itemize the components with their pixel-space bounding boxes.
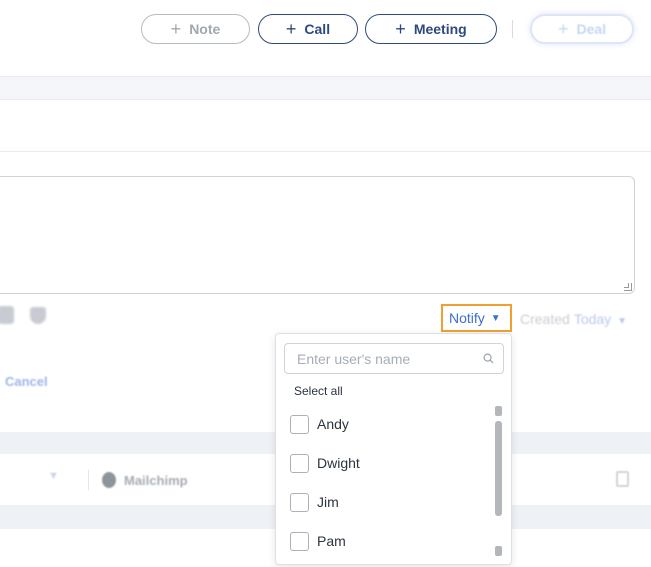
created-value: Today	[573, 311, 612, 327]
user-option[interactable]: Dwight	[290, 452, 360, 474]
trash-icon[interactable]	[616, 471, 629, 487]
user-search	[284, 343, 504, 374]
checkbox[interactable]	[290, 531, 309, 551]
toolbar-divider	[512, 20, 513, 38]
add-note-button[interactable]: + Note	[141, 14, 250, 44]
user-option[interactable]: Pam	[290, 530, 346, 552]
add-note-label: Note	[189, 21, 221, 37]
add-meeting-button[interactable]: + Meeting	[365, 14, 497, 44]
caret-down-icon: ▼	[490, 312, 501, 324]
add-deal-button[interactable]: + Deal	[530, 14, 634, 44]
user-option[interactable]: Jim	[290, 491, 339, 513]
user-search-input[interactable]	[297, 350, 477, 367]
plus-icon: +	[395, 19, 406, 39]
user-option-label: Andy	[317, 416, 349, 432]
notify-dropdown-toggle[interactable]: Notify ▼	[441, 304, 512, 332]
scrollbar-thumb[interactable]	[495, 421, 502, 516]
checkbox[interactable]	[290, 492, 309, 512]
attachment-icon[interactable]	[0, 306, 14, 324]
created-date-selector[interactable]: Created Today ▼	[520, 311, 627, 327]
add-deal-label: Deal	[576, 21, 607, 37]
activity-source-label: Mailchimp	[124, 473, 188, 488]
notify-user-dropdown: Select all Andy Dwight Jim Pam	[275, 333, 512, 565]
add-call-button[interactable]: + Call	[258, 14, 358, 44]
chevron-down-icon[interactable]: ▼	[48, 470, 59, 482]
scroll-down-arrow[interactable]	[495, 546, 502, 556]
user-option-label: Jim	[317, 494, 339, 510]
mailchimp-icon	[102, 472, 116, 488]
page: + Note + Call + Meeting + Deal Notify ▼ …	[0, 0, 651, 567]
add-meeting-label: Meeting	[413, 21, 467, 37]
template-icon[interactable]	[30, 307, 46, 324]
caret-down-icon: ▼	[617, 316, 628, 327]
created-label: Created	[520, 311, 570, 327]
plus-icon: +	[170, 19, 182, 39]
search-icon	[483, 353, 494, 364]
plus-icon: +	[285, 19, 297, 39]
section-band	[0, 76, 651, 100]
notify-label: Notify	[449, 310, 485, 326]
section-divider	[0, 151, 651, 152]
user-option[interactable]: Andy	[290, 413, 349, 435]
user-option-label: Pam	[317, 533, 346, 549]
scroll-up-arrow[interactable]	[495, 406, 502, 416]
resize-handle-icon[interactable]	[624, 283, 632, 291]
row-divider	[88, 470, 89, 490]
select-all-link[interactable]: Select all	[294, 384, 343, 398]
user-option-label: Dwight	[317, 455, 360, 471]
checkbox[interactable]	[290, 414, 309, 434]
cancel-link[interactable]: Cancel	[5, 374, 48, 389]
note-textarea[interactable]	[0, 176, 635, 294]
checkbox[interactable]	[290, 453, 309, 473]
add-call-label: Call	[304, 21, 331, 37]
scrollbar[interactable]	[495, 406, 503, 556]
plus-icon: +	[557, 19, 569, 39]
